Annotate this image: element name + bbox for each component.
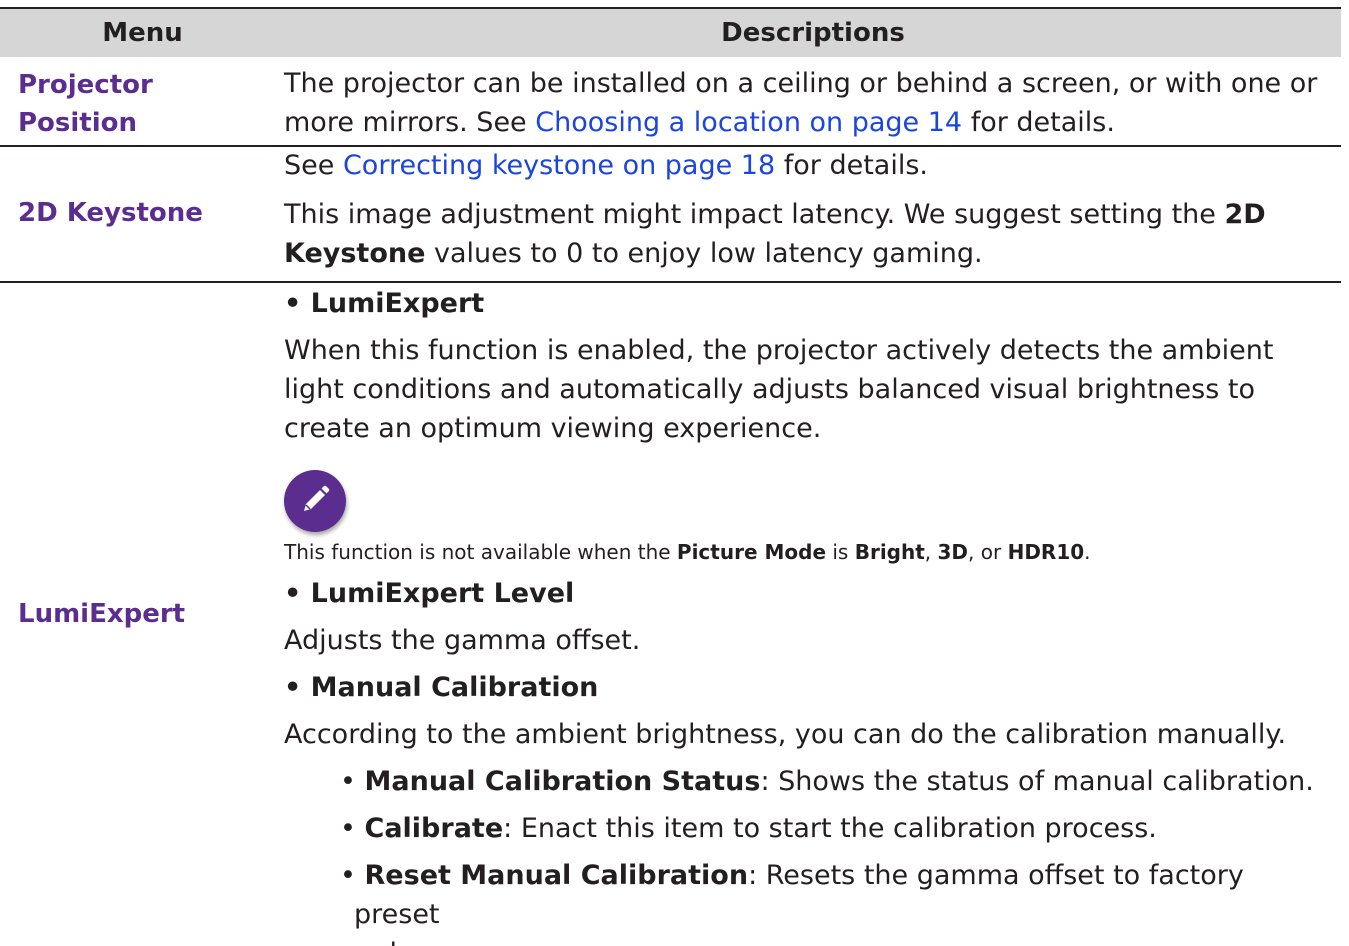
manual-calibration-desc: According to the ambient brightness, you… (284, 719, 1287, 750)
desc-lumiexpert: • LumiExpert When this function is enabl… (284, 284, 1336, 946)
text-run: more mirrors. See (284, 107, 536, 138)
text-run: : Enact this item to start the calibrati… (503, 813, 1157, 844)
text-run: This function is not available when the (284, 540, 677, 564)
menu-projector-position-line1: Projector (18, 70, 153, 100)
projector-position-text-line2: more mirrors. See Choosing a location on… (284, 103, 1336, 142)
keystone-text-p2-line2: Keystone values to 0 to enjoy low latenc… (284, 234, 1336, 273)
note-text: This function is not available when the … (284, 538, 1336, 566)
manual-page: Menu Descriptions Projector Position The… (0, 0, 1349, 946)
lumiexpert-desc-line1: When this function is enabled, the proje… (284, 335, 1274, 366)
row-divider (0, 281, 1341, 283)
sub-item-calibration-status: • Manual Calibration Status: Shows the s… (284, 762, 1336, 801)
menu-projector-position-line2: Position (18, 108, 138, 138)
bullet-glyph: • (340, 813, 365, 844)
bullet-manual-calibration: • Manual Calibration (284, 672, 599, 703)
sub-item-reset-continuation: values. (284, 934, 1336, 946)
link-correcting-keystone[interactable]: Correcting keystone on page 18 (343, 150, 775, 181)
bullet-glyph: • (340, 860, 365, 891)
bullet-lumiexpert-level: • LumiExpert Level (284, 578, 575, 609)
column-header-menu: Menu (102, 18, 183, 48)
pencil-note-icon (284, 470, 346, 532)
text-run: for details. (962, 107, 1115, 138)
text-run: See (284, 150, 343, 181)
text-run: for details. (775, 150, 928, 181)
menu-2d-keystone: 2D Keystone (18, 198, 203, 228)
text-bold: 2D (1224, 199, 1266, 230)
desc-2d-keystone: See Correcting keystone on page 18 for d… (284, 146, 1336, 273)
text-bold: 3D (937, 540, 969, 564)
table-header: Menu Descriptions (0, 7, 1341, 57)
desc-projector-position: The projector can be installed on a ceil… (284, 64, 1336, 142)
text-run: is (826, 540, 855, 564)
text-bold: Bright (854, 540, 925, 564)
lumiexpert-desc-line3: create an optimum viewing experience. (284, 413, 822, 444)
text-bold: Keystone (284, 238, 426, 269)
lumiexpert-description: When this function is enabled, the proje… (284, 331, 1336, 448)
column-header-descriptions: Descriptions (721, 18, 905, 48)
menu-projector-position: Projector Position (18, 66, 278, 142)
text-bold: HDR10 (1007, 540, 1085, 564)
keystone-text-p2-line1: This image adjustment might impact laten… (284, 195, 1336, 234)
lumiexpert-level-desc: Adjusts the gamma offset. (284, 625, 641, 656)
text-run: , (924, 540, 938, 564)
bullet-glyph: • (340, 766, 365, 797)
keystone-text-p1: See Correcting keystone on page 18 for d… (284, 146, 1336, 185)
text-bold: Reset Manual Calibration (364, 860, 749, 891)
text-run: : Shows the status of manual calibration… (760, 766, 1314, 797)
projector-position-text-line1: The projector can be installed on a ceil… (284, 68, 1318, 99)
lumiexpert-desc-line2: light conditions and automatically adjus… (284, 374, 1255, 405)
text-bold: Calibrate (364, 813, 504, 844)
text-run: This image adjustment might impact laten… (284, 199, 1225, 230)
text-run: . (1084, 540, 1091, 564)
text-bold: Manual Calibration Status (364, 766, 761, 797)
menu-lumiexpert: LumiExpert (18, 599, 186, 629)
text-bold: Picture Mode (676, 540, 827, 564)
bullet-lumiexpert: • LumiExpert (284, 288, 485, 319)
sub-item-reset-calibration: • Reset Manual Calibration: Resets the g… (284, 856, 1336, 934)
link-choosing-location[interactable]: Choosing a location on page 14 (535, 107, 962, 138)
sub-item-calibrate: • Calibrate: Enact this item to start th… (284, 809, 1336, 848)
text-run: , or (968, 540, 1008, 564)
text-run: values to 0 to enjoy low latency gaming. (425, 238, 983, 269)
